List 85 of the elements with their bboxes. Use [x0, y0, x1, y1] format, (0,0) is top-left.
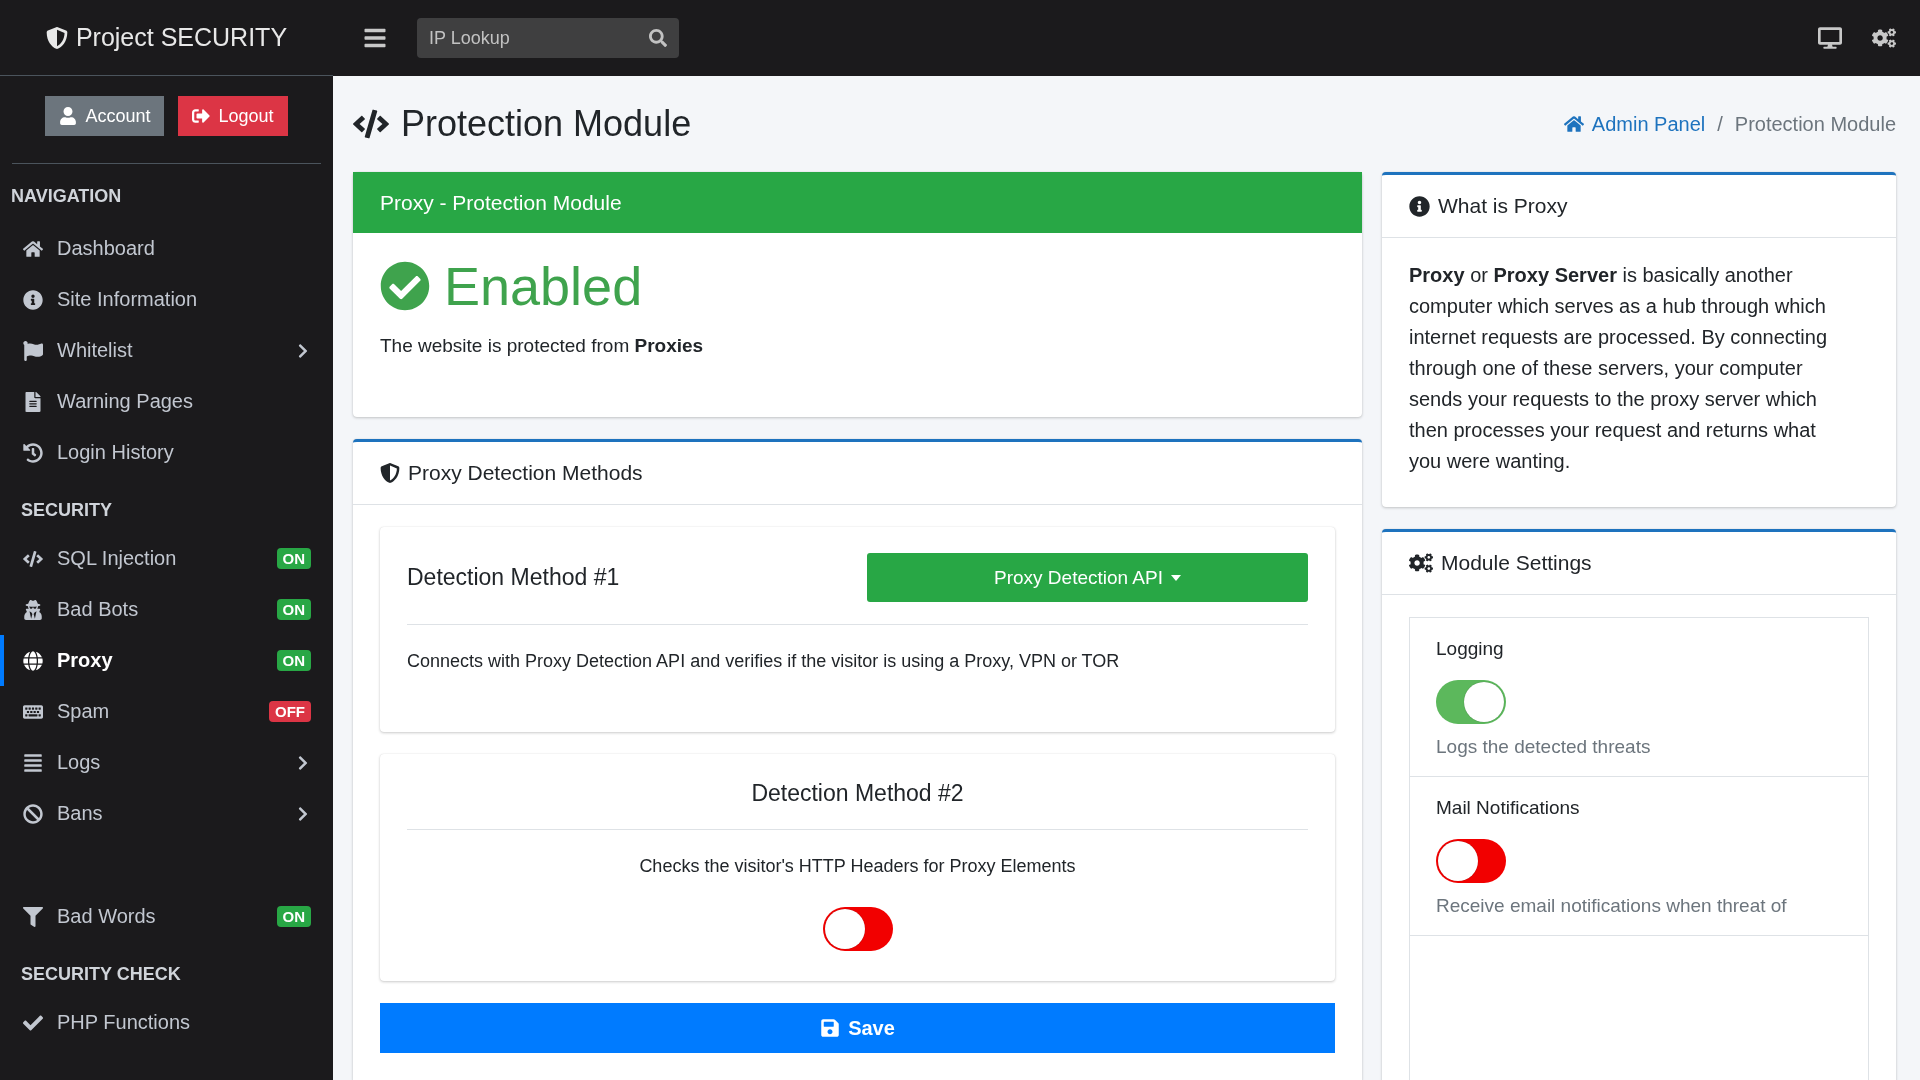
sidebar-item[interactable]: Warning Pages — [0, 376, 333, 427]
method-description: Checks the visitor's HTTP Headers for Proxy Elements — [638, 856, 1077, 877]
user-icon — [59, 107, 78, 125]
toggle-switch[interactable] — [1436, 839, 1506, 883]
ban-icon — [21, 803, 45, 824]
sidebar-label: Dashboard — [57, 237, 156, 260]
caret-icon — [1171, 574, 1181, 581]
list-icon — [21, 752, 45, 773]
logout-button[interactable]: Logout — [178, 96, 288, 136]
history-icon — [21, 442, 45, 463]
sidebar-label: Warning Pages — [57, 390, 194, 413]
sidebar-item[interactable]: Bad Words ON — [0, 839, 333, 942]
section-title: NAVIGATION — [10, 185, 123, 208]
sidebar-label: SQL Injection — [57, 547, 178, 570]
sidebar-label: Logs — [57, 751, 102, 774]
account-button[interactable]: Account — [45, 96, 165, 136]
sign-out-icon — [192, 107, 211, 125]
info-text: Proxy or Proxy Server is basically another computer which serves as a hub through which internet requests are processed. By connecting through one of these servers, your computer sends your requests to the proxy server which then processes your request and returns what you were wanting. — [1409, 263, 1829, 474]
toggle-switch[interactable] — [822, 907, 893, 951]
spy-icon — [21, 599, 45, 620]
setting-description: Logs the detected threats — [1436, 736, 1651, 758]
menu-icon[interactable] — [363, 26, 387, 50]
home-icon — [1563, 114, 1584, 134]
card-title: What is Proxy — [1438, 194, 1568, 218]
monitor-icon[interactable] — [1818, 26, 1842, 50]
sidebar-item[interactable]: Bans — [0, 788, 333, 839]
sidebar-label: Spam — [57, 700, 111, 723]
status-badge: ON — [276, 599, 311, 620]
sidebar-label: PHP Functions — [57, 1011, 192, 1034]
shield-icon — [380, 463, 400, 483]
card-title: Proxy Detection Methods — [408, 461, 643, 485]
sidebar-label: Bad Bots — [57, 598, 140, 621]
sidebar-item[interactable]: Whitelist — [0, 325, 333, 376]
breadcrumb-link[interactable]: Admin Panel — [1563, 112, 1706, 136]
home-icon — [21, 238, 45, 259]
breadcrumb-separator: / — [1717, 112, 1723, 136]
card-title: Module Settings — [1441, 551, 1592, 575]
setting-description: Receive email notifications when threat of — [1436, 895, 1787, 917]
sidebar-label: Bad Words — [57, 905, 157, 928]
sidebar-label: Bans — [57, 802, 104, 825]
sidebar-item[interactable]: Bad Bots ON — [0, 584, 333, 635]
sidebar-item[interactable]: Logs — [0, 737, 333, 788]
section-title: SECURITY — [20, 499, 113, 522]
sidebar-item[interactable]: Spam OFF — [0, 686, 333, 737]
status-text: Enabled — [444, 255, 643, 317]
settings-icon — [1409, 551, 1433, 575]
status-description: The website is protected from Proxies — [380, 335, 705, 357]
brand-name: Project SECURITY — [75, 23, 288, 52]
status-badge: OFF — [269, 701, 311, 722]
page-title: Protection Module — [353, 103, 692, 145]
method-title: Detection Method #2 — [751, 780, 964, 807]
flag-icon — [21, 340, 45, 361]
sidebar-item[interactable]: Proxy ON — [0, 635, 333, 686]
search-icon[interactable] — [649, 29, 667, 47]
sidebar-label: Login History — [57, 441, 175, 464]
method-title: Detection Method #1 — [407, 564, 620, 591]
sidebar-label: Whitelist — [57, 339, 134, 362]
setting-label: Logging — [1436, 638, 1504, 660]
sidebar-label: Proxy — [57, 649, 114, 672]
brand-logo[interactable]: Project SECURITY — [0, 0, 333, 76]
info-icon — [21, 289, 45, 310]
sidebar-item[interactable]: SQL Injection ON — [0, 533, 333, 584]
search-field[interactable]: IP Lookup — [417, 18, 679, 58]
status-badge: ON — [276, 906, 311, 927]
sidebar-item[interactable]: Dashboard — [0, 223, 333, 274]
status-badge: ON — [276, 650, 311, 671]
save-icon — [820, 1018, 841, 1038]
section-title: SECURITY CHECK — [20, 963, 182, 986]
settings-icon[interactable] — [1872, 26, 1896, 50]
globe-icon — [21, 650, 45, 671]
info-icon — [1409, 195, 1430, 217]
toggle-switch[interactable] — [1436, 680, 1506, 724]
filter-icon — [21, 906, 45, 927]
method-description: Connects with Proxy Detection API and verifies if the visitor is using a Proxy, VPN or TOR — [407, 651, 1121, 672]
breadcrumb-current: Protection Module — [1734, 112, 1896, 136]
sidebar-item[interactable]: PHP Functions — [0, 997, 333, 1048]
card-header: Proxy - Protection Module — [353, 172, 1362, 233]
sidebar-label: Site Information — [57, 288, 199, 311]
sidebar-item[interactable]: Login History — [0, 427, 333, 478]
shield-icon — [45, 26, 68, 49]
code-icon — [21, 548, 45, 569]
sidebar-item[interactable]: Site Information — [0, 274, 333, 325]
setting-label: Mail Notifications — [1436, 797, 1580, 819]
status-badge: ON — [276, 548, 311, 569]
save-button[interactable]: Save — [380, 1003, 1335, 1053]
